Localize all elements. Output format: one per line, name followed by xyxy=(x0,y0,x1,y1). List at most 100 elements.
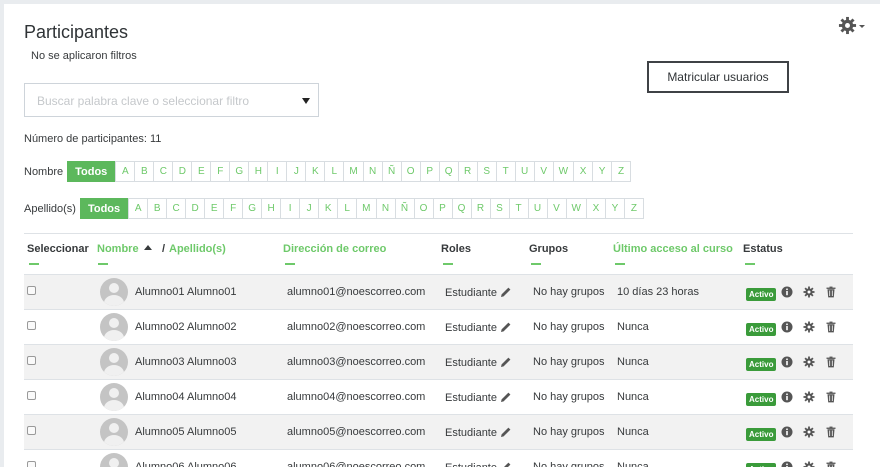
pencil-icon[interactable] xyxy=(500,321,512,333)
trash-icon[interactable] xyxy=(825,391,837,403)
last-name-initial-26[interactable]: Y xyxy=(604,198,625,219)
email-header[interactable]: Dirección de correo xyxy=(283,243,386,255)
row-select-checkbox[interactable] xyxy=(27,356,36,365)
first-name-initial-2[interactable]: B xyxy=(134,161,155,182)
info-icon[interactable] xyxy=(781,321,793,333)
first-name-initial-26[interactable]: Y xyxy=(592,161,613,182)
first-name-initial-8[interactable]: H xyxy=(248,161,269,182)
page-actions-menu[interactable] xyxy=(838,16,865,35)
first-name-initial-20[interactable]: S xyxy=(476,161,497,182)
first-name-initial-5[interactable]: E xyxy=(191,161,212,182)
info-icon[interactable] xyxy=(781,356,793,368)
last-name-initial-18[interactable]: Q xyxy=(451,198,472,219)
enrol-users-button[interactable]: Matricular usuarios xyxy=(647,61,789,93)
first-name-initial-all[interactable]: Todos xyxy=(67,161,116,182)
first-name-initial-10[interactable]: J xyxy=(286,161,307,182)
row-select-checkbox[interactable] xyxy=(27,391,36,400)
first-name-initial-11[interactable]: K xyxy=(305,161,326,182)
pencil-icon[interactable] xyxy=(500,461,512,467)
first-name-initial-18[interactable]: Q xyxy=(438,161,459,182)
cog-icon[interactable] xyxy=(803,391,815,403)
pencil-icon[interactable] xyxy=(500,286,512,298)
first-name-initial-6[interactable]: F xyxy=(210,161,231,182)
last-name-initial-3[interactable]: C xyxy=(166,198,187,219)
last-name-initial-11[interactable]: K xyxy=(318,198,339,219)
row-select-checkbox[interactable] xyxy=(27,286,36,295)
trash-icon[interactable] xyxy=(825,356,837,368)
last-name-initial-7[interactable]: G xyxy=(242,198,263,219)
dropdown-arrow-icon[interactable] xyxy=(302,98,310,104)
row-select-checkbox[interactable] xyxy=(27,461,36,467)
last-name-initial-21[interactable]: T xyxy=(508,198,529,219)
participant-name-link[interactable]: Alumno03 Alumno03 xyxy=(135,356,237,368)
first-name-initial-16[interactable]: O xyxy=(400,161,421,182)
first-name-initial-25[interactable]: X xyxy=(573,161,594,182)
info-icon[interactable] xyxy=(781,461,793,467)
first-name-initial-3[interactable]: C xyxy=(153,161,174,182)
first-name-initial-14[interactable]: N xyxy=(362,161,383,182)
first-name-initial-13[interactable]: M xyxy=(343,161,364,182)
last-name-initial-2[interactable]: B xyxy=(147,198,168,219)
info-icon[interactable] xyxy=(781,391,793,403)
first-name-initial-21[interactable]: T xyxy=(495,161,516,182)
first-name-initial-9[interactable]: I xyxy=(267,161,288,182)
cog-icon[interactable] xyxy=(803,321,815,333)
row-select-checkbox[interactable] xyxy=(27,426,36,435)
last-name-initial-20[interactable]: S xyxy=(489,198,510,219)
trash-icon[interactable] xyxy=(825,461,837,467)
first-name-initial-17[interactable]: P xyxy=(419,161,440,182)
last-name-initial-10[interactable]: J xyxy=(299,198,320,219)
participant-name-link[interactable]: Alumno02 Alumno02 xyxy=(135,321,237,333)
first-name-initial-22[interactable]: U xyxy=(514,161,535,182)
info-icon[interactable] xyxy=(781,286,793,298)
search-input[interactable]: Buscar palabra clave o seleccionar filtr… xyxy=(24,83,319,117)
row-select-checkbox[interactable] xyxy=(27,321,36,330)
last-name-initial-all[interactable]: Todos xyxy=(79,198,129,219)
first-name-initial-12[interactable]: L xyxy=(324,161,345,182)
first-name-initial-1[interactable]: A xyxy=(115,161,136,182)
first-name-initial-7[interactable]: G xyxy=(229,161,250,182)
pencil-icon[interactable] xyxy=(500,356,512,368)
last-name-initial-8[interactable]: H xyxy=(261,198,282,219)
first-name-initial-4[interactable]: D xyxy=(172,161,193,182)
last-name-initial-19[interactable]: R xyxy=(470,198,491,219)
last-access-header[interactable]: Último acceso al curso xyxy=(613,243,733,255)
first-name-header-label[interactable]: Nombre xyxy=(97,243,139,255)
last-name-initial-25[interactable]: X xyxy=(585,198,606,219)
last-name-initial-14[interactable]: N xyxy=(375,198,396,219)
cog-icon[interactable] xyxy=(803,426,815,438)
first-name-initial-27[interactable]: Z xyxy=(611,161,632,182)
first-name-initial-23[interactable]: V xyxy=(533,161,554,182)
trash-icon[interactable] xyxy=(825,426,837,438)
participant-name-link[interactable]: Alumno01 Alumno01 xyxy=(135,286,237,298)
pencil-icon[interactable] xyxy=(500,391,512,403)
last-name-initial-23[interactable]: V xyxy=(546,198,567,219)
first-name-initial-24[interactable]: W xyxy=(552,161,575,182)
last-name-initial-9[interactable]: I xyxy=(280,198,301,219)
first-name-header[interactable]: Nombre xyxy=(97,243,152,255)
last-name-initial-24[interactable]: W xyxy=(565,198,587,219)
last-name-initial-5[interactable]: E xyxy=(204,198,225,219)
last-name-initial-27[interactable]: Z xyxy=(623,198,644,219)
last-name-initial-15[interactable]: Ñ xyxy=(394,198,415,219)
trash-icon[interactable] xyxy=(825,321,837,333)
cog-icon[interactable] xyxy=(803,356,815,368)
last-name-initial-17[interactable]: P xyxy=(432,198,453,219)
pencil-icon[interactable] xyxy=(500,426,512,438)
participant-name-link[interactable]: Alumno06 Alumno06 xyxy=(135,461,237,467)
last-name-initial-4[interactable]: D xyxy=(185,198,206,219)
participant-name-link[interactable]: Alumno05 Alumno05 xyxy=(135,426,237,438)
cog-icon[interactable] xyxy=(803,461,815,467)
first-name-initial-19[interactable]: R xyxy=(457,161,478,182)
trash-icon[interactable] xyxy=(825,286,837,298)
last-name-initial-12[interactable]: L xyxy=(337,198,358,219)
last-name-initial-1[interactable]: A xyxy=(128,198,149,219)
info-icon[interactable] xyxy=(781,426,793,438)
last-name-header[interactable]: Apellido(s) xyxy=(169,243,226,255)
last-name-initial-16[interactable]: O xyxy=(413,198,434,219)
cog-icon[interactable] xyxy=(803,286,815,298)
participant-name-link[interactable]: Alumno04 Alumno04 xyxy=(135,391,237,403)
first-name-initial-15[interactable]: Ñ xyxy=(381,161,402,182)
last-name-initial-13[interactable]: M xyxy=(356,198,377,219)
last-name-initial-22[interactable]: U xyxy=(527,198,548,219)
